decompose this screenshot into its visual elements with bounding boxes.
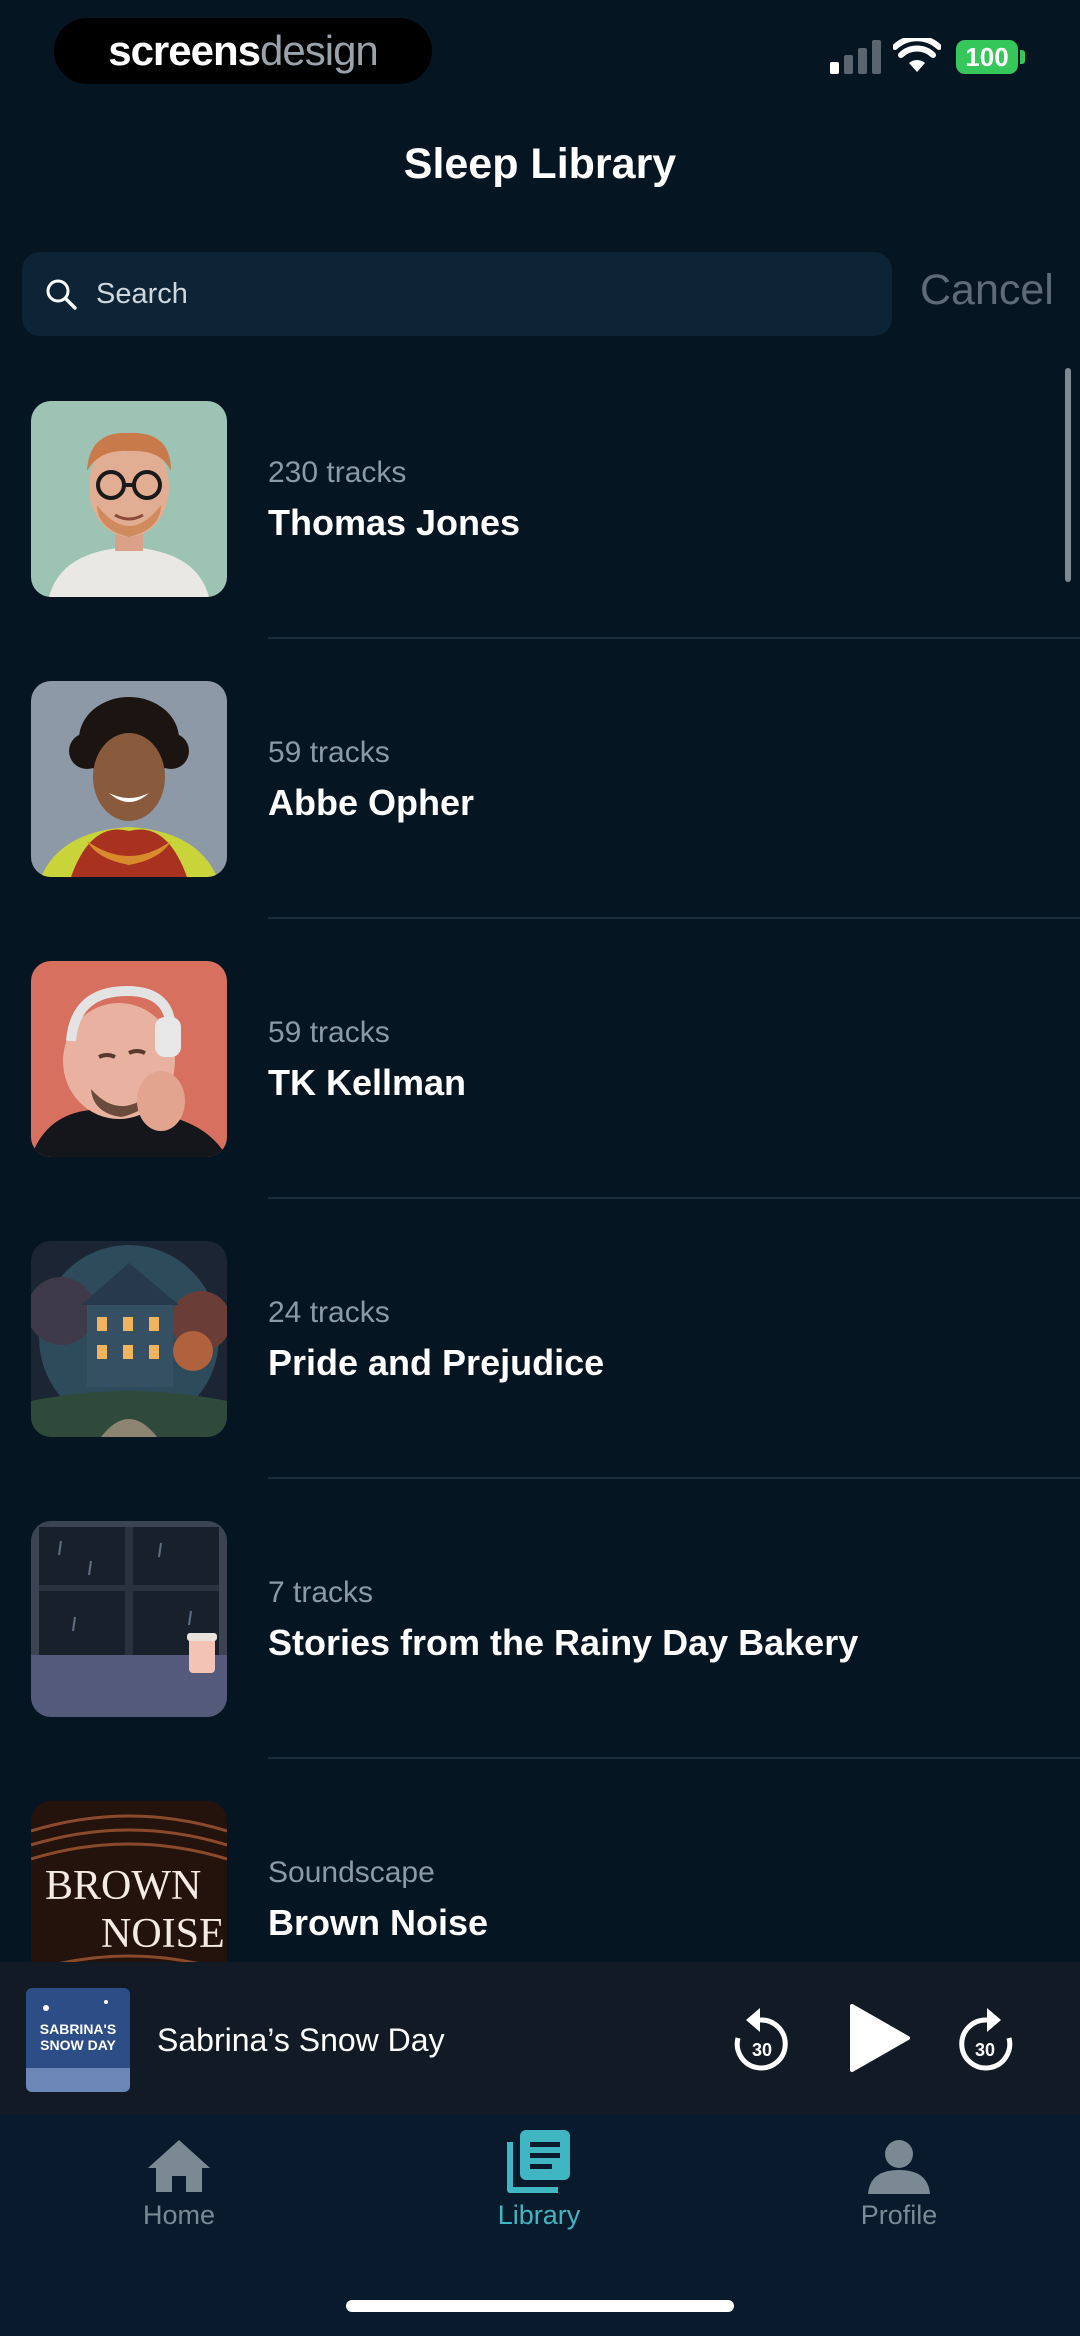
list-item[interactable]: 59 tracks Abbe Opher (0, 642, 1080, 922)
item-track-count: 24 tracks (268, 1296, 390, 1329)
item-title: TK Kellman (268, 1062, 467, 1103)
brand-primary-text: screens (108, 27, 261, 74)
rewind-30-icon[interactable]: 30 (730, 2006, 790, 2074)
brand-secondary-text: design (260, 27, 379, 74)
tab-label: Library (497, 2200, 581, 2230)
status-bar: screens design 100 (0, 0, 1080, 110)
scrollbar[interactable] (1065, 368, 1071, 582)
tab-home[interactable]: Home (59, 2138, 299, 2231)
artwork-text-line1: BROWN (45, 1863, 201, 1909)
battery-cap (1020, 50, 1025, 64)
forward-seconds: 30 (975, 2040, 995, 2060)
tab-label: Home (142, 2200, 216, 2230)
artwork-text-line2: NOISE (101, 1911, 225, 1957)
tab-library[interactable]: Library (419, 2130, 659, 2231)
list-item[interactable]: BROWN NOISE Soundscape Brown Noise (0, 1762, 1080, 1962)
home-icon (148, 2140, 210, 2192)
library-list[interactable]: 230 tracks Thomas Jones 59 tracks Abbe O… (0, 362, 1080, 1962)
home-indicator[interactable] (346, 2300, 734, 2312)
mini-player[interactable]: SABRINA'S SNOW DAY Sabrina’s Snow Day 30… (0, 1962, 1080, 2114)
artwork-text-line2: SNOW DAY (40, 2037, 116, 2053)
list-item[interactable]: 24 tracks Pride and Prejudice (0, 1202, 1080, 1482)
artwork-text-line1: SABRINA'S (40, 2021, 116, 2037)
page-title: Sleep Library (403, 140, 677, 188)
list-item[interactable]: 230 tracks Thomas Jones (0, 362, 1080, 642)
thumbnail-image (31, 961, 227, 1157)
item-track-count: Soundscape (268, 1856, 435, 1889)
list-item[interactable]: 59 tracks TK Kellman (0, 922, 1080, 1202)
divider (268, 917, 1080, 919)
search-bar[interactable] (22, 252, 892, 336)
item-track-count: 7 tracks (268, 1576, 374, 1609)
battery-indicator: 100 (956, 40, 1018, 74)
cancel-button[interactable]: Cancel (920, 266, 1054, 315)
divider (268, 1757, 1080, 1759)
artwork-brown-noise: BROWN NOISE (31, 1801, 227, 1962)
item-title: Thomas Jones (268, 502, 521, 543)
artwork-rainy-window (31, 1521, 227, 1717)
now-playing-title: Sabrina’s Snow Day (157, 2022, 445, 2058)
search-icon (46, 279, 77, 310)
tab-profile[interactable]: Profile (779, 2138, 1019, 2231)
cellular-signal-icon (830, 40, 881, 74)
portrait-abbe-opher (31, 681, 227, 877)
list-item[interactable]: 7 tracks Stories from the Rainy Day Bake… (0, 1482, 1080, 1762)
thumbnail-image (31, 681, 227, 877)
item-track-count: 59 tracks (268, 1016, 390, 1049)
wifi-icon (893, 38, 941, 72)
divider (268, 637, 1080, 639)
thumbnail-image (31, 1521, 227, 1717)
item-track-count: 230 tracks (268, 456, 407, 489)
item-title: Brown Noise (268, 1902, 489, 1943)
thumbnail-image: BROWN NOISE (31, 1801, 227, 1962)
artwork-manor-house (31, 1241, 227, 1437)
rewind-seconds: 30 (752, 2040, 772, 2060)
battery-level: 100 (965, 41, 1009, 72)
item-title: Stories from the Rainy Day Bakery (268, 1622, 859, 1663)
portrait-thomas-jones (31, 401, 227, 597)
search-input[interactable] (94, 276, 858, 312)
library-icon (507, 2130, 570, 2193)
item-track-count: 59 tracks (268, 736, 390, 769)
now-playing-artwork: SABRINA'S SNOW DAY (26, 1988, 130, 2092)
thumbnail-image (31, 1241, 227, 1437)
profile-icon (868, 2140, 930, 2194)
item-title: Pride and Prejudice (268, 1342, 605, 1383)
play-icon[interactable] (846, 2002, 912, 2074)
divider (268, 1477, 1080, 1479)
brand-logo: screens design (54, 18, 432, 84)
forward-30-icon[interactable]: 30 (957, 2006, 1017, 2074)
thumbnail-image (31, 401, 227, 597)
portrait-tk-kellman (31, 961, 227, 1157)
tab-label: Profile (860, 2200, 938, 2230)
divider (268, 1197, 1080, 1199)
item-title: Abbe Opher (268, 782, 475, 823)
